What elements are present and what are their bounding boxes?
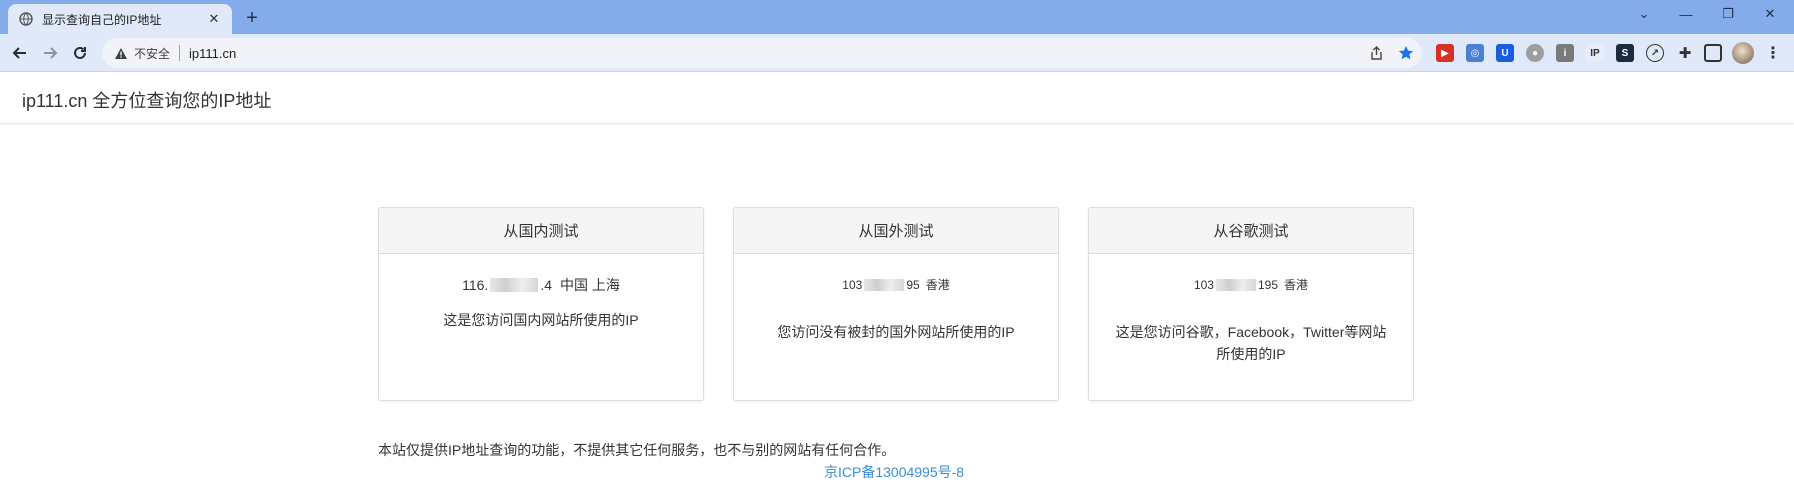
- menu-icon[interactable]: ⋮: [1764, 44, 1782, 62]
- panel-body: 103 195 香港 这是您访问谷歌，Facebook，Twitter等网站 所…: [1089, 276, 1413, 365]
- ip-mask: [1215, 278, 1256, 291]
- back-arrow-icon: [12, 47, 26, 59]
- sidebar-icon[interactable]: [1704, 44, 1722, 62]
- warning-icon[interactable]: [114, 46, 128, 60]
- restore-button[interactable]: ❐: [1706, 0, 1750, 28]
- share-icon[interactable]: [1366, 43, 1386, 63]
- ip-location: 中国 上海: [560, 277, 620, 293]
- site-brand[interactable]: ip111.cn 全方位查询您的IP地址: [22, 87, 271, 113]
- ip-suffix: 195: [1257, 277, 1279, 292]
- browser-tab[interactable]: 显示查询自己的IP地址 ✕: [8, 4, 232, 34]
- site-header: ip111.cn 全方位查询您的IP地址: [0, 72, 1794, 124]
- panel-desc: 您访问没有被封的国外网站所使用的IP: [777, 324, 1015, 340]
- speed-ext-icon[interactable]: ↗: [1646, 44, 1664, 62]
- ip-suffix: .4: [540, 277, 552, 293]
- tab-close-icon[interactable]: ✕: [206, 11, 222, 27]
- omnibox-divider: [179, 45, 181, 61]
- bitwarden-ext-icon[interactable]: U: [1496, 44, 1514, 62]
- panel-desc-line1: 这是您访问谷歌，Facebook，Twitter等网站: [1115, 324, 1387, 340]
- bookmark-star-icon[interactable]: [1396, 43, 1416, 63]
- blue-globe-ext-icon[interactable]: ◎: [1466, 44, 1484, 62]
- ip-location: 香港: [1284, 278, 1309, 292]
- panel-title: 从国外测试: [734, 208, 1058, 254]
- ip-line: 103 195 香港: [1089, 276, 1413, 293]
- forward-button[interactable]: [36, 39, 64, 67]
- panel-desc: 这是您访问国内网站所使用的IP: [443, 312, 639, 328]
- ip-line: 116. .4 中国 上海: [379, 275, 703, 295]
- close-window-button[interactable]: ✕: [1748, 0, 1792, 28]
- info-ext-icon[interactable]: i: [1556, 44, 1574, 62]
- red-ext-icon[interactable]: ▶: [1436, 44, 1454, 62]
- tab-search-icon[interactable]: ⌄: [1622, 0, 1666, 28]
- ip-prefix: 116.: [462, 277, 489, 293]
- panel-title: 从谷歌测试: [1089, 208, 1413, 254]
- tab-title: 显示查询自己的IP地址: [42, 12, 162, 27]
- new-tab-button[interactable]: +: [240, 6, 264, 30]
- panel-domestic: 从国内测试 116. .4 中国 上海 这是您访问国内网站所使用的IP: [378, 207, 704, 401]
- security-label[interactable]: 不安全: [134, 45, 170, 62]
- dark-ext-icon[interactable]: S: [1616, 44, 1634, 62]
- ip-suffix: 95: [906, 277, 920, 292]
- url-text[interactable]: ip111.cn: [189, 46, 236, 61]
- avatar[interactable]: [1732, 42, 1754, 64]
- tab-strip: 显示查询自己的IP地址 ✕ + ⌄ — ❐ ✕: [0, 0, 1794, 34]
- globe-favicon-icon: [18, 11, 34, 27]
- puzzle-icon[interactable]: ✚: [1676, 44, 1694, 62]
- ip-mask: [864, 278, 905, 291]
- ip-ext-icon[interactable]: IP: [1586, 44, 1604, 62]
- ip-prefix: 103: [842, 277, 863, 292]
- panel-body: 103 95 香港 您访问没有被封的国外网站所使用的IP: [734, 276, 1058, 343]
- panel-body: 116. .4 中国 上海 这是您访问国内网站所使用的IP: [379, 275, 703, 331]
- browser-toolbar: 不安全 ip111.cn ▶ ◎ U ● i IP S ↗ ✚ ⋮: [0, 34, 1794, 72]
- ip-prefix: 103: [1193, 277, 1214, 292]
- minimize-button[interactable]: —: [1664, 0, 1708, 28]
- back-button[interactable]: [6, 39, 34, 67]
- panel-desc-line2: 所使用的IP: [1216, 346, 1286, 362]
- forward-arrow-icon: [44, 47, 58, 59]
- site-notice: 本站仅提供IP地址查询的功能，不提供其它任何服务，也不与别的网站有任何合作。: [378, 442, 896, 458]
- panel-foreign: 从国外测试 103 95 香港 您访问没有被封的国外网站所使用的IP: [733, 207, 1059, 401]
- globe-ext-icon[interactable]: ●: [1526, 44, 1544, 62]
- ip-location: 香港: [925, 278, 950, 292]
- reload-button[interactable]: [66, 39, 94, 67]
- panel-title: 从国内测试: [379, 208, 703, 254]
- ip-mask: [490, 278, 539, 292]
- panel-google: 从谷歌测试 103 195 香港 这是您访问谷歌，Facebook，Twitte…: [1088, 207, 1414, 401]
- address-bar[interactable]: 不安全 ip111.cn: [102, 38, 1422, 68]
- icp-link[interactable]: 京ICP备13004995号-8: [824, 462, 964, 482]
- ip-line: 103 95 香港: [734, 276, 1058, 293]
- reload-icon: [74, 46, 86, 59]
